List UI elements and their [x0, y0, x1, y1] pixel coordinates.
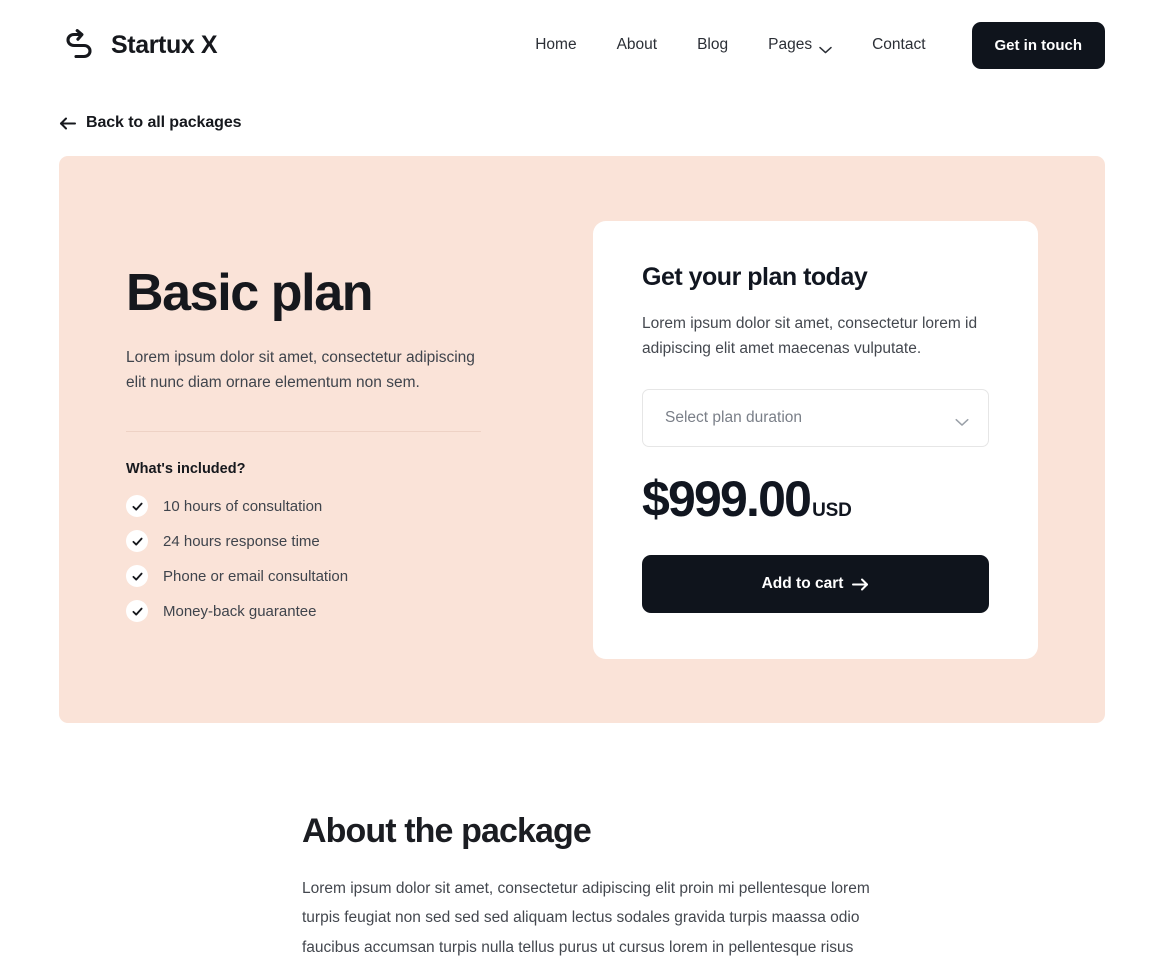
- nav-item-contact[interactable]: Contact: [852, 26, 945, 64]
- nav-item-label: Contact: [872, 36, 926, 53]
- about-body: Lorem ipsum dolor sit amet, consectetur …: [302, 879, 870, 957]
- check-icon: [126, 495, 148, 518]
- nav-item-blog[interactable]: Blog: [677, 26, 748, 64]
- divider: [126, 431, 481, 433]
- card-description: Lorem ipsum dolor sit amet, consectetur …: [642, 314, 978, 357]
- plan-duration-select[interactable]: Select plan duration: [642, 389, 989, 447]
- about-title: About the package: [302, 811, 592, 850]
- price-amount: $999.00: [642, 471, 812, 527]
- feature-label: 10 hours of consultation: [163, 497, 323, 515]
- list-item: 24 hours response time: [126, 530, 529, 553]
- add-to-cart-label: Add to cart: [761, 575, 844, 592]
- back-to-all-packages-link[interactable]: Back to all packages: [59, 114, 242, 132]
- about-section: About the package Lorem ipsum dolor sit …: [0, 723, 1164, 964]
- feature-label: Phone or email consultation: [163, 567, 349, 585]
- chevron-down-icon: [819, 41, 832, 54]
- brand-logo[interactable]: Startux X: [59, 25, 218, 65]
- check-icon: [126, 565, 148, 588]
- list-item: Money-back guarantee: [126, 600, 529, 623]
- price-currency: USD: [812, 500, 852, 521]
- whats-included-heading: What's included?: [126, 461, 246, 478]
- card-title: Get your plan today: [642, 262, 868, 291]
- feature-label: 24 hours response time: [163, 532, 320, 550]
- nav-item-label: Blog: [697, 36, 729, 53]
- check-icon: [126, 600, 148, 623]
- back-link-label: Back to all packages: [86, 114, 242, 131]
- list-item: Phone or email consultation: [126, 565, 529, 588]
- page-title: Basic plan: [126, 263, 374, 322]
- back-link-bar: Back to all packages: [0, 90, 1164, 135]
- feature-list: 10 hours of consultation 24 hours respon…: [126, 495, 529, 623]
- purchase-card: Get your plan today Lorem ipsum dolor si…: [593, 220, 1038, 659]
- chevron-down-icon: [955, 414, 969, 426]
- brand-name: Startux X: [111, 30, 218, 59]
- check-icon: [126, 530, 148, 553]
- swoosh-arrow-logo-icon: [59, 25, 99, 65]
- plan-description: Lorem ipsum dolor sit amet, consectetur …: [126, 349, 475, 392]
- nav-item-home[interactable]: Home: [515, 26, 596, 64]
- arrow-right-icon: [852, 578, 869, 591]
- price-display: $999.00 USD: [642, 474, 989, 524]
- nav-item-about[interactable]: About: [597, 26, 678, 64]
- nav-item-label: Pages: [768, 36, 813, 53]
- nav-item-pages[interactable]: Pages: [748, 26, 852, 64]
- site-header: Startux X Home About Blog Pages Contact …: [0, 0, 1164, 90]
- add-to-cart-button[interactable]: Add to cart: [642, 555, 989, 613]
- nav-item-label: Home: [535, 36, 577, 53]
- get-in-touch-button[interactable]: Get in touch: [971, 21, 1105, 69]
- feature-label: Money-back guarantee: [163, 602, 317, 620]
- plan-summary: Basic plan Lorem ipsum dolor sit amet, c…: [59, 156, 529, 636]
- hero-panel: Basic plan Lorem ipsum dolor sit amet, c…: [59, 155, 1105, 723]
- arrow-left-icon: [59, 117, 76, 130]
- list-item: 10 hours of consultation: [126, 495, 529, 518]
- plan-duration-select-value: Select plan duration: [665, 409, 803, 426]
- main-navigation: Home About Blog Pages Contact Get in tou…: [515, 21, 1105, 69]
- nav-item-label: About: [616, 36, 658, 53]
